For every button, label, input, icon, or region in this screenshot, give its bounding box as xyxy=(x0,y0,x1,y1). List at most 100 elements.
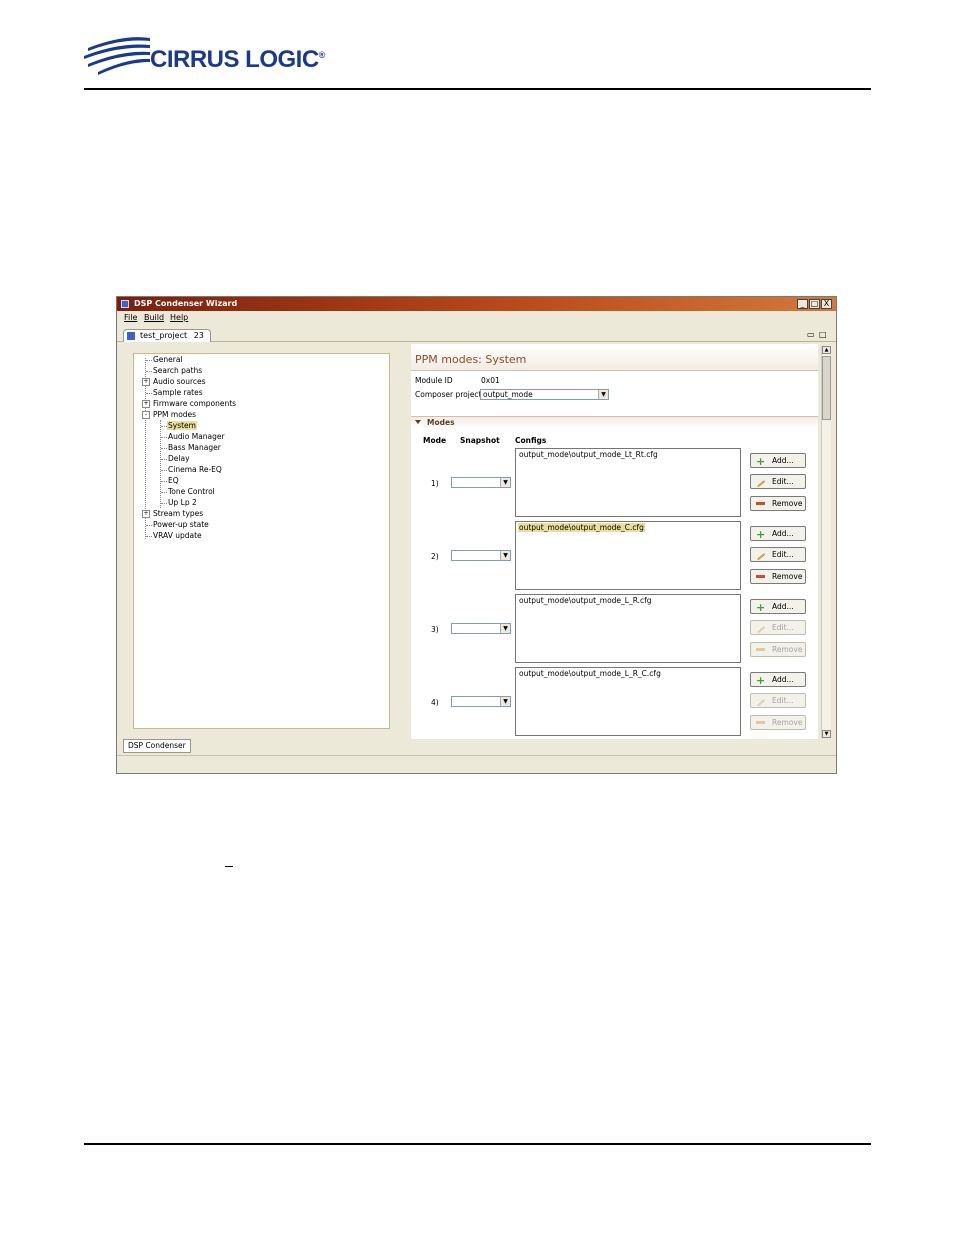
snapshot-select[interactable]: ▼ xyxy=(451,550,511,561)
mode-number: 1) xyxy=(431,479,439,488)
chevron-down-icon: ▼ xyxy=(500,697,510,706)
panel-scrollbar[interactable]: ▲ ▼ xyxy=(821,346,831,738)
minimize-button[interactable]: _ xyxy=(797,299,808,309)
modes-section-label: Modes xyxy=(427,418,455,427)
chevron-down-icon: ▼ xyxy=(500,624,510,633)
tree-connector xyxy=(161,459,167,460)
config-list[interactable]: output_mode\output_mode_L_R_C.cfg xyxy=(515,667,741,736)
tree-item-cinema-re-eq[interactable]: Cinema Re-EQ xyxy=(168,465,222,474)
config-item[interactable]: output_mode\output_mode_L_R.cfg xyxy=(518,596,653,605)
remove-button[interactable]: Remove xyxy=(750,569,806,584)
tree-guide-sub xyxy=(160,420,161,508)
tree-connector xyxy=(161,448,167,449)
tree-item-bass-manager[interactable]: Bass Manager xyxy=(168,443,221,452)
tree-connector xyxy=(161,470,167,471)
maximize-button[interactable]: □ xyxy=(809,299,820,309)
tree-connector xyxy=(161,503,167,504)
navigation-tree: General Search paths + Audio sources Sam… xyxy=(133,353,390,729)
expand-icon[interactable]: + xyxy=(142,510,150,518)
collapse-icon[interactable]: - xyxy=(142,411,150,419)
tree-item-system[interactable]: System xyxy=(167,421,197,430)
header-rule xyxy=(84,88,871,90)
panel-header: PPM modes: System xyxy=(411,344,818,371)
config-item-selected[interactable]: output_mode\output_mode_C.cfg xyxy=(518,523,645,532)
tree-item-firmware-components[interactable]: Firmware components xyxy=(153,399,236,408)
menu-build[interactable]: Build xyxy=(144,313,164,322)
tree-connector xyxy=(146,525,152,526)
maximize-view-icon[interactable]: □ xyxy=(819,330,827,339)
tree-item-power-up-state[interactable]: Power-up state xyxy=(153,520,209,529)
snapshot-select[interactable]: ▼ xyxy=(451,477,511,488)
tree-item-vrav-update[interactable]: VRAV update xyxy=(153,531,202,540)
add-button[interactable]: + Add... xyxy=(750,526,806,541)
module-id-value: 0x01 xyxy=(481,376,500,385)
scroll-thumb[interactable] xyxy=(822,356,831,420)
collapse-arrow-icon xyxy=(415,420,421,424)
edit-button-disabled[interactable]: Edit... xyxy=(750,693,806,708)
tree-item-audio-sources[interactable]: Audio sources xyxy=(153,377,206,386)
expand-icon[interactable]: + xyxy=(142,378,150,386)
window-title: DSP Condenser Wizard xyxy=(134,299,238,308)
brand-name: CIRRUS LOGIC® xyxy=(150,46,325,73)
expand-icon[interactable]: + xyxy=(142,400,150,408)
composer-project-select[interactable]: output_mode ▼ xyxy=(480,389,609,400)
pencil-icon xyxy=(755,478,766,488)
edit-button[interactable]: Edit... xyxy=(750,547,806,562)
minimize-view-icon[interactable]: ▭ xyxy=(807,330,815,339)
footer-rule xyxy=(84,1143,871,1145)
config-list[interactable]: output_mode\output_mode_C.cfg xyxy=(515,521,741,590)
tab-close-badge[interactable]: 23 xyxy=(194,331,204,340)
tree-item-general[interactable]: General xyxy=(153,355,183,364)
config-list[interactable]: output_mode\output_mode_Lt_Rt.cfg xyxy=(515,448,741,517)
close-button[interactable]: X xyxy=(821,299,832,309)
tree-item-tone-control[interactable]: Tone Control xyxy=(168,487,215,496)
plus-icon: + xyxy=(756,455,766,468)
panel-title: PPM modes: System xyxy=(415,353,527,366)
mode-number: 4) xyxy=(431,698,439,707)
config-item[interactable]: output_mode\output_mode_L_R_C.cfg xyxy=(518,669,662,678)
tree-connector xyxy=(161,437,167,438)
tab-dsp-condenser[interactable]: DSP Condenser xyxy=(123,739,191,753)
modes-section-header[interactable]: Modes xyxy=(411,416,818,429)
tree-item-stream-types[interactable]: Stream types xyxy=(153,509,203,518)
snapshot-select[interactable]: ▼ xyxy=(451,696,511,707)
tab-test-project[interactable]: test_project 23 xyxy=(123,329,211,342)
tree-connector xyxy=(161,492,167,493)
add-button[interactable]: + Add... xyxy=(750,599,806,614)
tree-item-search-paths[interactable]: Search paths xyxy=(153,366,202,375)
menu-bar: File Build Help xyxy=(117,312,836,324)
config-list[interactable]: output_mode\output_mode_L_R.cfg xyxy=(515,594,741,663)
column-mode: Mode xyxy=(423,436,447,445)
tree-item-delay[interactable]: Delay xyxy=(168,454,190,463)
plus-icon: + xyxy=(756,601,766,614)
tree-item-eq[interactable]: EQ xyxy=(168,476,179,485)
edit-button-disabled[interactable]: Edit... xyxy=(750,620,806,635)
remove-button-disabled[interactable]: Remove xyxy=(750,642,806,657)
minus-icon xyxy=(756,575,765,578)
snapshot-select[interactable]: ▼ xyxy=(451,623,511,634)
add-button[interactable]: + Add... xyxy=(750,672,806,687)
remove-button[interactable]: Remove xyxy=(750,496,806,511)
tree-connector xyxy=(146,536,152,537)
project-icon xyxy=(127,332,135,340)
add-button[interactable]: + Add... xyxy=(750,453,806,468)
plus-icon: + xyxy=(756,674,766,687)
chevron-down-icon: ▼ xyxy=(598,390,608,399)
tree-item-audio-manager[interactable]: Audio Manager xyxy=(168,432,225,441)
pencil-icon xyxy=(755,697,766,707)
tree-connector xyxy=(161,481,167,482)
config-item[interactable]: output_mode\output_mode_Lt_Rt.cfg xyxy=(518,450,659,459)
scroll-down-icon[interactable]: ▼ xyxy=(822,730,831,738)
menu-help[interactable]: Help xyxy=(170,313,188,322)
menu-file[interactable]: File xyxy=(124,313,137,322)
chevron-down-icon: ▼ xyxy=(500,478,510,487)
tree-item-sample-rates[interactable]: Sample rates xyxy=(153,388,203,397)
tree-item-ppm-modes[interactable]: PPM modes xyxy=(153,410,196,419)
pencil-icon xyxy=(755,551,766,561)
ppm-modes-panel: PPM modes: System Module ID 0x01 Compose… xyxy=(411,344,818,739)
remove-button-disabled[interactable]: Remove xyxy=(750,715,806,730)
tree-connector xyxy=(146,371,152,372)
edit-button[interactable]: Edit... xyxy=(750,474,806,489)
tree-item-up-lp-2[interactable]: Up Lp 2 xyxy=(168,498,197,507)
scroll-up-icon[interactable]: ▲ xyxy=(822,346,831,354)
